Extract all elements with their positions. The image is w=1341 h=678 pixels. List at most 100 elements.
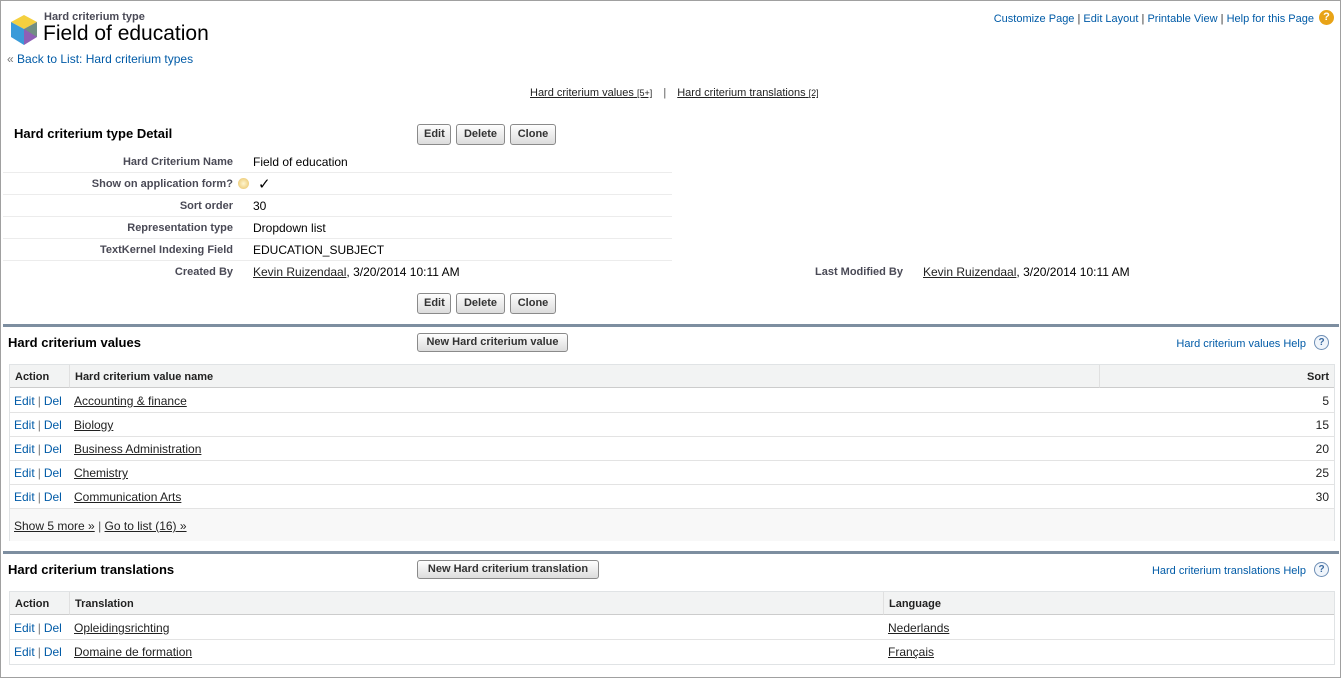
question-help-icon[interactable]: ? bbox=[1314, 335, 1329, 350]
table-row: Edit | Del Opleidingsrichting Nederlands bbox=[10, 616, 1334, 640]
field-value: Dropdown list bbox=[253, 221, 326, 235]
page-frame: Hard criterium type Field of education «… bbox=[0, 0, 1341, 678]
related-list-links: Hard criterium values [5+] | Hard criter… bbox=[530, 87, 819, 99]
edit-button[interactable]: Edit bbox=[417, 124, 451, 145]
row-del-link[interactable]: Del bbox=[44, 490, 62, 504]
edit-layout-link[interactable]: Edit Layout bbox=[1083, 13, 1138, 25]
column-header-action: Action bbox=[10, 592, 70, 615]
created-by-value: Kevin Ruizendaal, 3/20/2014 10:11 AM bbox=[253, 265, 460, 279]
cube-icon bbox=[11, 15, 37, 45]
field-label: Last Modified By bbox=[814, 266, 903, 278]
values-help-link[interactable]: Hard criterium values Help bbox=[1176, 338, 1306, 350]
new-translation-button[interactable]: New Hard criterium translation bbox=[417, 560, 599, 579]
field-label: Hard Criterium Name bbox=[122, 156, 233, 168]
page-links: Customize Page | Edit Layout | Printable… bbox=[993, 13, 1314, 25]
column-header-action: Action bbox=[10, 365, 70, 388]
values-table: Action Hard criterium value name Sort Ed… bbox=[9, 364, 1335, 541]
modified-by-value: Kevin Ruizendaal, 3/20/2014 10:11 AM bbox=[923, 265, 1130, 279]
translations-list-title: Hard criterium translations bbox=[8, 562, 175, 577]
section-divider bbox=[3, 551, 1339, 554]
value-name-link[interactable]: Chemistry bbox=[74, 466, 128, 480]
question-help-icon[interactable]: ? bbox=[1314, 562, 1329, 577]
sort-value: 20 bbox=[1315, 442, 1329, 456]
value-name-link[interactable]: Accounting & finance bbox=[74, 394, 187, 408]
language-link[interactable]: Nederlands bbox=[888, 621, 949, 635]
customize-page-link[interactable]: Customize Page bbox=[994, 13, 1075, 25]
row-edit-link[interactable]: Edit bbox=[14, 621, 35, 635]
row-edit-link[interactable]: Edit bbox=[14, 645, 35, 659]
sort-value: 15 bbox=[1315, 418, 1329, 432]
translation-link[interactable]: Opleidingsrichting bbox=[74, 621, 169, 635]
section-divider bbox=[3, 324, 1339, 327]
row-actions: Edit | Del bbox=[14, 645, 62, 659]
checkbox-checked-icon: ✓ bbox=[258, 176, 271, 193]
field-label: Show on application form? bbox=[19, 178, 249, 190]
go-to-list-link[interactable]: Go to list (16) » bbox=[105, 519, 187, 533]
column-header-translation[interactable]: Translation bbox=[70, 592, 884, 615]
delete-button-bottom[interactable]: Delete bbox=[456, 293, 505, 314]
back-to-list-link[interactable]: Back to List: Hard criterium types bbox=[17, 52, 193, 66]
table-row: Edit | Del Biology 15 bbox=[10, 413, 1334, 437]
field-label: Sort order bbox=[179, 200, 233, 212]
field-row-show-on-form: Show on application form? ✓ bbox=[3, 173, 672, 195]
row-edit-link[interactable]: Edit bbox=[14, 418, 35, 432]
clone-button-bottom[interactable]: Clone bbox=[510, 293, 556, 314]
help-bubble-icon[interactable] bbox=[238, 178, 249, 189]
detail-section-title: Hard criterium type Detail bbox=[14, 126, 173, 141]
values-list-title: Hard criterium values bbox=[8, 335, 141, 350]
translation-link[interactable]: Domaine de formation bbox=[74, 645, 192, 659]
row-del-link[interactable]: Del bbox=[44, 394, 62, 408]
translations-help-link[interactable]: Hard criterium translations Help bbox=[1152, 565, 1306, 577]
edit-button-bottom[interactable]: Edit bbox=[417, 293, 451, 314]
field-label: Created By bbox=[174, 266, 233, 278]
sort-value: 30 bbox=[1315, 490, 1329, 504]
column-header-language[interactable]: Language bbox=[884, 592, 1334, 615]
row-edit-link[interactable]: Edit bbox=[14, 466, 35, 480]
row-del-link[interactable]: Del bbox=[44, 418, 62, 432]
row-del-link[interactable]: Del bbox=[44, 466, 62, 480]
sort-value: 5 bbox=[1322, 394, 1329, 408]
row-del-link[interactable]: Del bbox=[44, 442, 62, 456]
row-actions: Edit | Del bbox=[14, 490, 62, 504]
field-value: Field of education bbox=[253, 155, 348, 169]
table-row: Edit | Del Communication Arts 30 bbox=[10, 485, 1334, 509]
translations-table: Action Translation Language Edit | Del Opl… bbox=[9, 591, 1335, 665]
table-row: Edit | Del Business Administration 20 bbox=[10, 437, 1334, 461]
back-arrow: « bbox=[7, 52, 14, 66]
row-del-link[interactable]: Del bbox=[44, 645, 62, 659]
delete-button[interactable]: Delete bbox=[456, 124, 505, 145]
row-actions: Edit | Del bbox=[14, 418, 62, 432]
modified-by-user-link[interactable]: Kevin Ruizendaal bbox=[923, 265, 1016, 279]
language-link[interactable]: Français bbox=[888, 645, 934, 659]
row-actions: Edit | Del bbox=[14, 466, 62, 480]
clone-button[interactable]: Clone bbox=[510, 124, 556, 145]
sort-value: 25 bbox=[1315, 466, 1329, 480]
field-row-name: Hard Criterium Name Field of education bbox=[3, 151, 672, 173]
related-link-values[interactable]: Hard criterium values [5+] bbox=[530, 87, 652, 99]
page-title: Field of education bbox=[43, 22, 209, 45]
row-actions: Edit | Del bbox=[14, 621, 62, 635]
row-actions: Edit | Del bbox=[14, 394, 62, 408]
help-for-page-link[interactable]: Help for this Page bbox=[1227, 13, 1314, 25]
created-by-user-link[interactable]: Kevin Ruizendaal bbox=[253, 265, 346, 279]
list-footer-links: Show 5 more » | Go to list (16) » bbox=[14, 519, 187, 533]
printable-view-link[interactable]: Printable View bbox=[1147, 13, 1217, 25]
field-row-audit: Created By Kevin Ruizendaal, 3/20/2014 1… bbox=[3, 261, 1339, 283]
new-value-button[interactable]: New Hard criterium value bbox=[417, 333, 568, 352]
column-header-sort[interactable]: Sort bbox=[1100, 365, 1334, 388]
table-row: Edit | Del Chemistry 25 bbox=[10, 461, 1334, 485]
list-footer: Show 5 more » | Go to list (16) » bbox=[10, 509, 1334, 541]
table-row: Edit | Del Accounting & finance 5 bbox=[10, 389, 1334, 413]
column-header-name[interactable]: Hard criterium value name bbox=[70, 365, 1100, 388]
value-name-link[interactable]: Business Administration bbox=[74, 442, 201, 456]
show-more-link[interactable]: Show 5 more » bbox=[14, 519, 95, 533]
help-icon[interactable]: ? bbox=[1319, 10, 1334, 25]
row-edit-link[interactable]: Edit bbox=[14, 442, 35, 456]
field-value: 30 bbox=[253, 199, 267, 213]
value-name-link[interactable]: Biology bbox=[74, 418, 113, 432]
value-name-link[interactable]: Communication Arts bbox=[74, 490, 181, 504]
row-del-link[interactable]: Del bbox=[44, 621, 62, 635]
related-link-translations[interactable]: Hard criterium translations [2] bbox=[677, 87, 818, 99]
row-edit-link[interactable]: Edit bbox=[14, 394, 35, 408]
row-edit-link[interactable]: Edit bbox=[14, 490, 35, 504]
